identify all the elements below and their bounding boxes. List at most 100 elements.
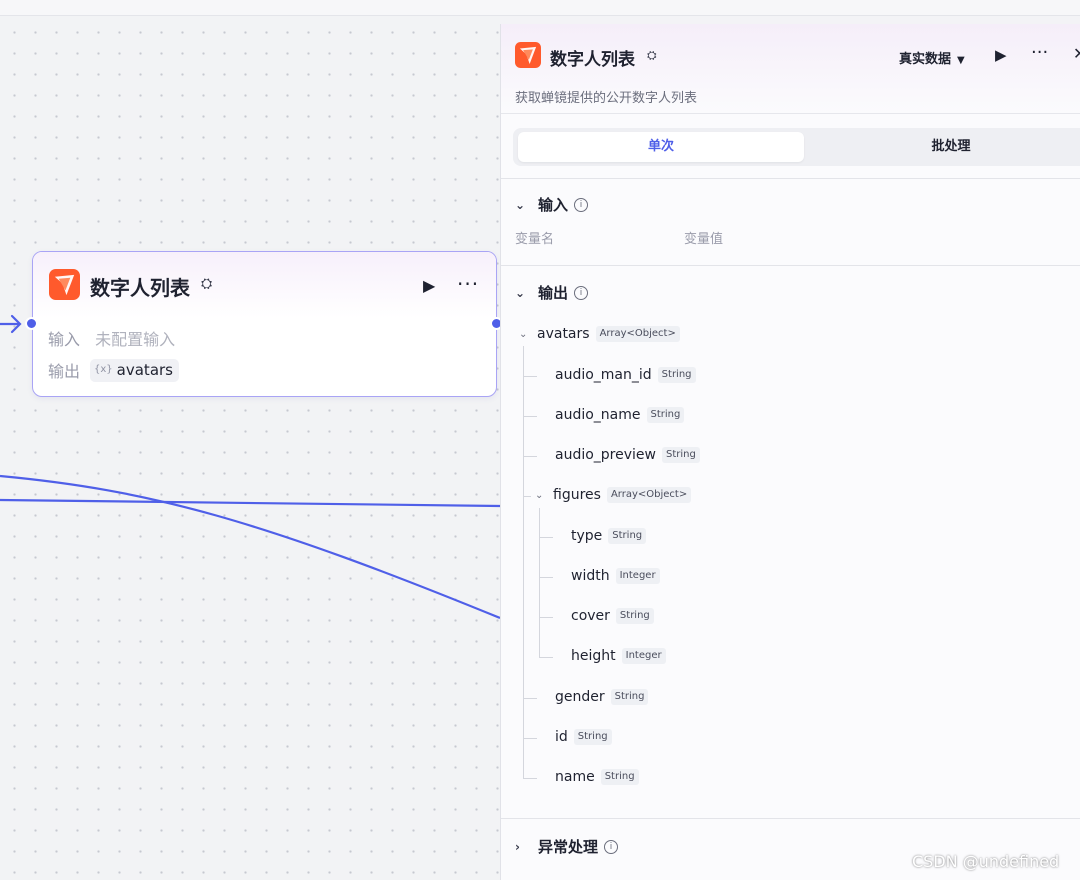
field-name: height [571,648,616,664]
tree-guide-line [539,537,553,538]
field-name: id [555,729,568,745]
chevron-right-icon: › [515,839,520,854]
chevron-down-icon: ⌄ [515,285,526,300]
variable-value-header: 变量值 [684,232,724,247]
tree-guide-line [523,346,524,779]
tree-row: type String [571,528,647,544]
error-section-title: 异常处理 [538,838,599,856]
tab-single[interactable]: 单次 [518,132,804,162]
workflow-node[interactable]: 数字人列表 ⛭ ▶ ··· 输入 未配置输入 输出 {x} avatars [32,251,497,397]
field-name: width [571,568,610,584]
caret-down-icon: ▼ [957,55,965,66]
error-section-header[interactable]: › 异常处理 i [515,836,619,857]
field-name: name [555,769,595,785]
panel-header: 数字人列表 ⛭ 获取蝉镜提供的公开数字人列表 真实数据 ▼ ▶ ··· ✕ [501,24,1080,114]
tree-row: audio_man_id String [555,367,696,383]
node-output-label: 输出 [48,362,81,381]
node-input-value: 未配置输入 [95,330,176,349]
tree-guide-line [539,577,553,578]
divider [501,265,1080,266]
app-logo-icon [49,269,80,300]
panel-title: 数字人列表 [550,50,635,70]
input-section-title: 输入 [538,196,569,214]
node-detail-panel: 数字人列表 ⛭ 获取蝉镜提供的公开数字人列表 真实数据 ▼ ▶ ··· ✕ 单次 … [500,24,1080,880]
type-badge: String [600,769,639,785]
output-section-title: 输出 [538,284,569,302]
node-input-row: 输入 未配置输入 [48,326,175,350]
chevron-down-icon[interactable]: ⌄ [535,490,545,501]
tree-row-avatars[interactable]: ⌄ avatars Array<Object> [519,326,680,342]
tree-guide-line [523,456,537,457]
chevron-down-icon[interactable]: ⌄ [519,329,529,340]
tree-guide-line [523,738,537,739]
tree-guide-line [539,657,553,658]
panel-description: 获取蝉镜提供的公开数字人列表 [515,91,698,106]
type-badge: String [573,729,612,745]
field-name: type [571,528,603,544]
data-source-select[interactable]: 真实数据 ▼ [899,48,965,67]
field-name: audio_man_id [555,367,652,383]
type-badge: Integer [621,648,666,664]
type-badge: Array<Object> [606,487,692,503]
tree-row: name String [555,769,639,785]
output-section-header[interactable]: ⌄ 输出 i [515,282,589,303]
field-name: cover [571,608,610,624]
type-badge: String [610,689,649,705]
run-mode-tabs: 单次 批处理 [513,128,1080,166]
tree-row: gender String [555,689,649,705]
tab-batch[interactable]: 批处理 [809,132,1080,162]
info-icon[interactable]: i [574,285,589,300]
type-badge: String [646,407,685,423]
field-name: avatars [537,326,590,342]
tree-row: audio_name String [555,407,685,423]
more-options-icon[interactable]: ··· [457,272,479,296]
tree-row: id String [555,729,612,745]
tree-guide-line [539,617,553,618]
chevron-down-icon: ⌄ [515,197,526,212]
run-button[interactable]: ▶ [995,46,1007,64]
close-icon[interactable]: ✕ [1073,44,1080,63]
tree-row: width Integer [571,568,660,584]
tree-guide-line [523,698,537,699]
tree-row-figures[interactable]: ⌄ figures Array<Object> [535,487,692,503]
output-variable-chip: {x} avatars [90,358,179,382]
field-name: audio_name [555,407,641,423]
type-badge: String [661,447,700,463]
type-badge: String [615,608,654,624]
node-input-port[interactable] [25,317,38,330]
type-badge: Array<Object> [595,326,680,342]
tree-guide-line [539,508,540,658]
gateway-icon: ⛭ [647,48,657,62]
input-section-header[interactable]: ⌄ 输入 i [515,194,589,215]
gateway-icon: ⛭ [201,276,213,292]
field-name: audio_preview [555,447,656,463]
watermark: CSDN @undefined [912,852,1060,871]
tree-guide-line [523,778,537,779]
type-badge: String [608,528,647,544]
tree-row: audio_preview String [555,447,700,463]
node-input-label: 输入 [48,330,81,349]
node-output-row: 输出 {x} avatars [48,358,179,382]
tree-guide-line [523,376,537,377]
info-icon[interactable]: i [574,197,589,212]
variable-icon: {x} [94,364,113,375]
divider [501,818,1080,819]
node-title: 数字人列表 [90,276,190,300]
type-badge: Integer [615,568,660,584]
tree-guide-line [523,416,537,417]
type-badge: String [657,367,696,383]
field-name: gender [555,689,605,705]
more-options-icon[interactable]: ··· [1031,42,1048,63]
workflow-canvas[interactable] [0,16,500,880]
top-bar [0,0,1080,16]
field-name: figures [553,487,601,503]
app-logo-icon [515,42,541,68]
info-icon[interactable]: i [604,839,619,854]
divider [501,178,1080,179]
output-variable-name: avatars [116,360,173,379]
run-button[interactable]: ▶ [423,276,435,295]
data-source-label: 真实数据 [899,52,952,67]
tree-row: cover String [571,608,654,624]
tree-guide-line [523,496,531,497]
tree-row: height Integer [571,648,666,664]
